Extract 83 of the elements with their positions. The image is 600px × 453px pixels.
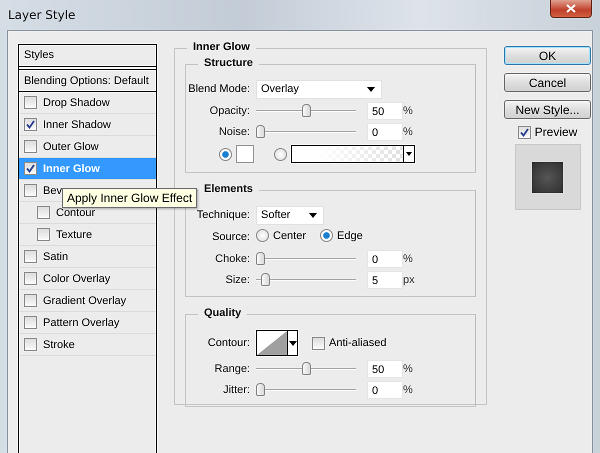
style-item[interactable]: Satin xyxy=(19,246,156,268)
checkbox[interactable] xyxy=(24,250,37,263)
value-field[interactable]: 5 xyxy=(367,270,403,288)
dropdown-value: Overlay xyxy=(261,83,299,95)
checkbox-label: Anti-aliased xyxy=(329,337,386,349)
radio-button[interactable] xyxy=(219,148,232,160)
unit-label: % xyxy=(402,104,414,116)
style-item[interactable]: Stroke xyxy=(19,334,156,356)
slider-thumb[interactable] xyxy=(256,252,265,264)
group-title: Inner Glow xyxy=(187,41,256,53)
unit-label: % xyxy=(402,384,414,396)
group-title: Elements xyxy=(198,183,259,195)
style-item[interactable]: Blending Options: Default xyxy=(19,70,156,92)
gradient-picker[interactable] xyxy=(291,145,415,163)
contour-picker[interactable] xyxy=(256,330,298,356)
group-title: Structure xyxy=(198,57,259,69)
dropdown-arrow-icon xyxy=(288,340,296,346)
slider-thumb[interactable] xyxy=(302,104,310,116)
checkbox-label: Preview xyxy=(534,125,578,139)
preview-square xyxy=(532,162,563,192)
dropdown-value: Softer xyxy=(261,209,290,221)
value-field[interactable]: 0 xyxy=(367,122,403,140)
checkbox[interactable] xyxy=(24,96,37,109)
technique-dropdown[interactable]: Softer xyxy=(256,206,324,224)
style-item[interactable]: Inner Shadow xyxy=(19,114,156,136)
checkbox[interactable] xyxy=(24,316,37,329)
slider-label: Jitter: xyxy=(222,384,251,396)
slider-thumb[interactable] xyxy=(302,362,310,374)
slider-label: Opacity: xyxy=(208,104,251,116)
slider-thumb[interactable] xyxy=(260,272,270,286)
dropdown-arrow-icon xyxy=(367,86,375,92)
checkbox[interactable] xyxy=(312,336,325,350)
value-field[interactable]: 0 xyxy=(367,380,403,398)
checkbox[interactable] xyxy=(37,206,50,219)
checkbox[interactable] xyxy=(24,118,37,131)
checkbox[interactable] xyxy=(24,272,37,285)
unit-label: % xyxy=(402,252,414,264)
window-title: Layer Style xyxy=(8,8,76,22)
checkbox[interactable] xyxy=(24,294,37,307)
value-field[interactable]: 50 xyxy=(367,360,403,378)
slider-label: Range: xyxy=(214,362,251,374)
unit-label: % xyxy=(402,126,414,138)
radio-label: Edge xyxy=(337,230,363,242)
slider-label: Choke: xyxy=(214,252,251,264)
style-item[interactable]: Color Overlay xyxy=(19,268,156,290)
field-label: Source: xyxy=(211,231,251,243)
tooltip: Apply Inner Glow Effect xyxy=(62,188,198,208)
slider-label: Noise: xyxy=(218,126,251,138)
list-header: Styles xyxy=(19,45,156,67)
dropdown-arrow-icon xyxy=(309,212,317,218)
style-item[interactable]: Texture xyxy=(19,224,156,246)
style-item[interactable]: Gradient Overlay xyxy=(19,290,156,312)
radio-button[interactable] xyxy=(320,229,334,242)
dialog-button[interactable]: New Style... xyxy=(504,100,591,119)
style-item[interactable]: Pattern Overlay xyxy=(19,312,156,334)
radio-button[interactable] xyxy=(256,229,269,242)
dropdown-arrow-icon xyxy=(406,152,412,156)
checkbox[interactable] xyxy=(24,140,37,153)
unit-label: px xyxy=(402,274,416,286)
group-title: Quality xyxy=(198,307,248,319)
checkbox[interactable] xyxy=(37,228,50,241)
value-field[interactable]: 50 xyxy=(367,102,403,120)
dialog-button[interactable]: OK xyxy=(504,46,591,65)
style-item[interactable]: Drop Shadow xyxy=(19,92,156,114)
field-label: Blend Mode: xyxy=(187,83,251,95)
slider-thumb[interactable] xyxy=(256,124,265,138)
slider-thumb[interactable] xyxy=(256,382,265,396)
blend-mode-dropdown[interactable]: Overlay xyxy=(256,80,382,98)
checkbox[interactable] xyxy=(24,184,37,197)
radio-label: Center xyxy=(273,230,306,242)
close-button[interactable] xyxy=(550,0,592,18)
color-swatch[interactable] xyxy=(236,145,254,163)
field-label: Technique: xyxy=(196,209,251,221)
checkbox[interactable] xyxy=(518,126,531,138)
checkbox[interactable] xyxy=(24,162,37,175)
value-field[interactable]: 0 xyxy=(367,250,403,268)
field-label: Contour: xyxy=(206,337,251,349)
radio-button[interactable] xyxy=(274,148,287,160)
slider-label: Size: xyxy=(224,274,251,286)
close-icon xyxy=(566,4,576,13)
dialog-button[interactable]: Cancel xyxy=(504,73,591,92)
checkbox[interactable] xyxy=(24,338,37,351)
unit-label: % xyxy=(402,362,414,374)
